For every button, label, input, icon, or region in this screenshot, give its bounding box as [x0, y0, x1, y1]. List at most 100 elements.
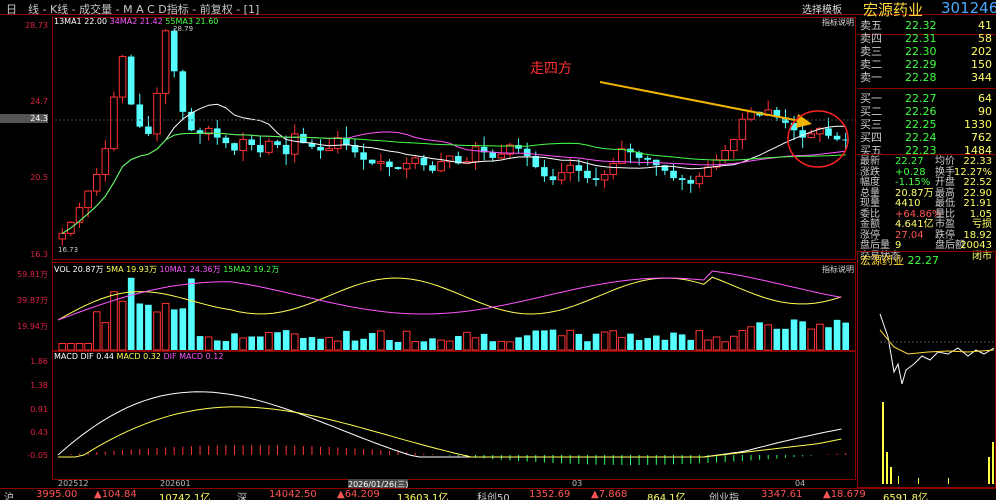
row-label: 卖一 [860, 71, 882, 84]
row-label: 卖三 [860, 45, 882, 58]
row-price: 22.25 [905, 118, 937, 131]
quote-label-2: 最高 [935, 187, 955, 199]
quote-label: 总量 [860, 187, 880, 199]
volume-bar [480, 333, 488, 350]
app: { "header":{"title":"日 线 - K线 - 成交量 - M … [0, 0, 996, 500]
volume-bar [609, 330, 618, 351]
volume-bar [712, 336, 721, 351]
volume-bar [411, 341, 420, 351]
volume-bar [282, 330, 290, 350]
volume-bar [790, 319, 798, 350]
volume-bar [833, 319, 841, 350]
index-item: ▲18.679 [823, 489, 866, 500]
volume-bar [325, 337, 333, 351]
date-label-3: 04 [795, 479, 806, 488]
ma2-line [62, 131, 846, 234]
intraday-chart[interactable]: 宏源药业 22.27 [857, 251, 996, 488]
quote-label: 涨停 [860, 229, 880, 241]
volume-bar [738, 329, 747, 351]
candle [644, 157, 651, 160]
volume-bar [471, 337, 480, 351]
candle [489, 152, 497, 158]
candle [368, 159, 376, 164]
volume-bar [222, 341, 230, 350]
volume-bar [136, 303, 144, 350]
candle [386, 161, 393, 168]
volume-bar [549, 329, 557, 350]
volume-bar [515, 337, 522, 350]
candle [282, 144, 290, 155]
quote-value: 22.27 [895, 156, 924, 167]
candle [136, 104, 144, 127]
quote-label-2: 换手 [935, 166, 955, 178]
row-volume: 202 [971, 45, 992, 58]
quote-value: 4.641亿 [895, 219, 934, 230]
index-item: 创业指 [709, 493, 739, 500]
row-volume: 64 [978, 92, 992, 105]
candle [523, 148, 531, 157]
quote-value: 9 [895, 240, 902, 251]
row-volume: 150 [971, 58, 992, 71]
volume-bar [127, 277, 135, 350]
candle [222, 137, 230, 144]
candle [429, 165, 436, 171]
volume-bar [463, 331, 471, 351]
volume-bar [455, 335, 462, 350]
quote-value-2: 1.05 [969, 208, 992, 220]
row-price: 22.31 [905, 32, 937, 45]
row-label: 买二 [860, 105, 882, 118]
volume-bar [695, 330, 704, 351]
stock-header: 宏源药业 301246 [859, 0, 996, 19]
volume-bar [747, 326, 755, 351]
orderbook-row: 买一 22.27 64 [857, 92, 996, 105]
candle [437, 161, 445, 172]
orderbook-row: 卖三 22.30 202 [857, 45, 996, 58]
volume-bar [239, 337, 247, 351]
volume-bar [153, 311, 161, 351]
row-volume: 41 [978, 19, 992, 32]
quote-value-2: 22.33 [963, 156, 992, 167]
volume-bar [497, 340, 506, 351]
quote-value: 4410 [895, 198, 921, 209]
volume-bar [402, 330, 411, 351]
candle [239, 138, 247, 152]
quote-value-2: 12.27% [953, 166, 992, 178]
candles [58, 28, 849, 246]
volume-bar [661, 339, 669, 350]
candle [549, 176, 557, 180]
candle [394, 167, 402, 169]
index-item: 3995.00 [36, 489, 78, 500]
quote-value: 20.87万 [895, 187, 934, 199]
quote-value-2: 亏损 [972, 219, 992, 230]
volume-bar [343, 330, 350, 350]
row-price: 22.24 [905, 131, 937, 144]
volume-bar [386, 340, 393, 350]
volume-bar [566, 329, 575, 351]
date-axis: 202512 202601 2026/01/26(三) 03 04 [0, 479, 857, 490]
volume-bar [170, 309, 178, 350]
candle [721, 150, 729, 161]
row-label: 买一 [860, 92, 882, 105]
quote-label: 委比 [860, 208, 880, 220]
index-item: ▲7.868 [591, 489, 628, 500]
row-price: 22.26 [905, 105, 937, 118]
candle [541, 167, 548, 177]
orderbook-row: 卖五 22.32 41 [857, 19, 996, 32]
candle [161, 30, 170, 94]
quote-label-2: 市盈 [935, 219, 955, 230]
quote-label: 盘后量 [860, 240, 890, 251]
peak-label: 28.79 [173, 25, 194, 33]
candle [411, 157, 420, 164]
candle [333, 137, 342, 150]
quote-label-2: 均价 [935, 156, 955, 167]
kline-chart[interactable] [0, 0, 857, 488]
volume-bar [489, 341, 497, 350]
volume-bar [816, 323, 824, 351]
index-item: 6591.8亿 [883, 493, 928, 500]
volume-bar [704, 339, 712, 351]
volume-bar [101, 322, 110, 351]
date-label-1: 202601 [160, 479, 191, 488]
index-item: ▲64.209 [337, 489, 380, 500]
order-book: 卖五 22.32 41 卖四 22.31 58 卖三 22.30 202 卖二 22.29 150 卖一… [857, 17, 996, 262]
index-item: 864.1亿 [647, 493, 686, 500]
